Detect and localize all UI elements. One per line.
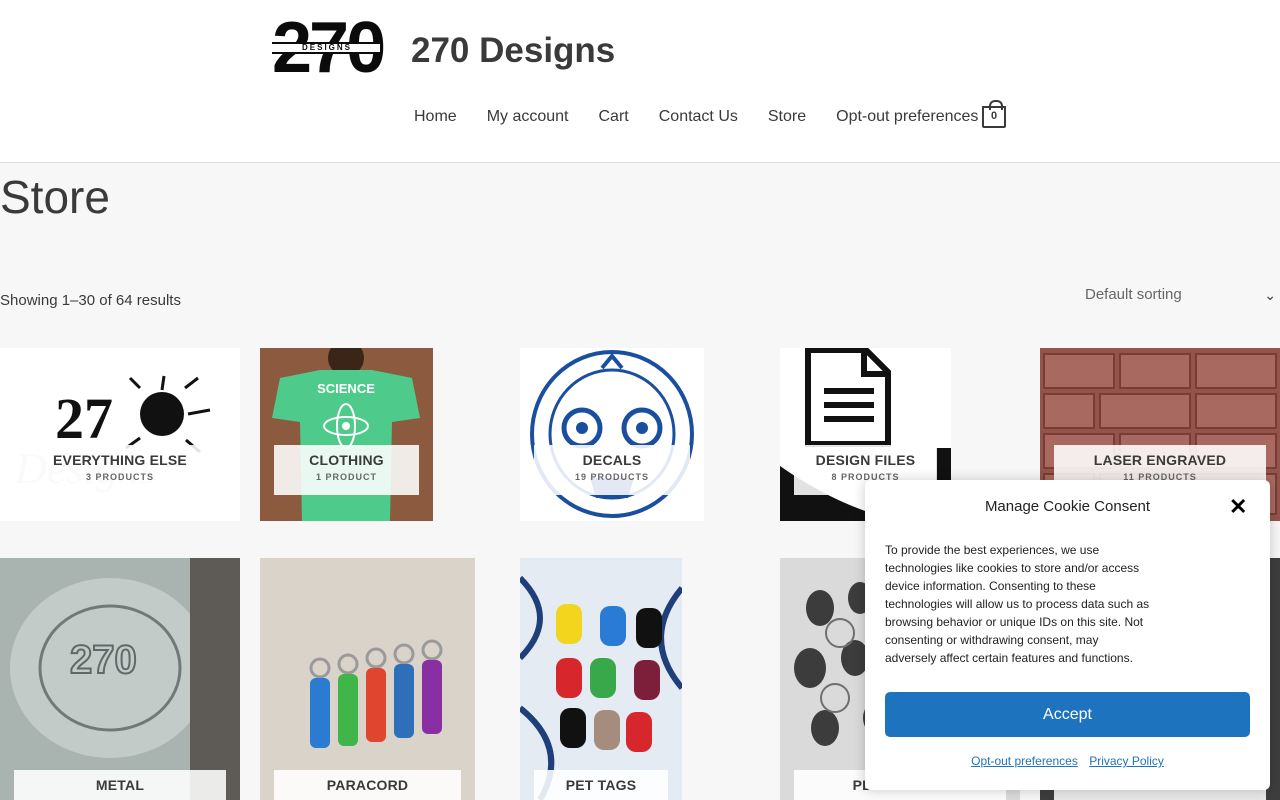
nav-store[interactable]: Store xyxy=(753,104,821,130)
category-image: 27 Designs xyxy=(14,375,211,493)
category-name: EVERYTHING ELSE xyxy=(53,452,187,468)
cookie-links: Opt-out preferences Privacy Policy xyxy=(865,754,1270,768)
result-count: Showing 1–30 of 64 results xyxy=(0,292,181,309)
category-name: LASER ENGRAVED xyxy=(1093,452,1227,468)
nav-cart[interactable]: Cart xyxy=(584,104,644,130)
svg-text:27: 27 xyxy=(55,386,113,451)
category-tile[interactable]: 27 Designs EVERYTHING ELSE 3 PRODUCTS xyxy=(0,348,240,521)
category-count: 19 PRODUCTS xyxy=(574,472,649,482)
cart-icon[interactable]: 0 xyxy=(982,100,1006,128)
cookie-consent-dialog: Manage Cookie Consent ✕ To provide the b… xyxy=(865,480,1270,790)
cart-count: 0 xyxy=(990,110,998,122)
site-logo[interactable]: 270 DESIGNS xyxy=(272,12,386,84)
category-name: PARACORD xyxy=(326,777,409,793)
category-name: PET TAGS xyxy=(565,777,637,793)
logo-wordmark: DESIGNS xyxy=(302,43,353,52)
site-title[interactable]: 270 Designs xyxy=(411,31,615,71)
page-title: Store xyxy=(0,171,110,223)
cookie-text: To provide the best experiences, we use … xyxy=(885,543,1150,665)
cookie-title: Manage Cookie Consent xyxy=(984,498,1151,515)
nav-contact-us[interactable]: Contact Us xyxy=(644,104,753,130)
category-name: DECALS xyxy=(582,452,642,468)
nav-my-account[interactable]: My account xyxy=(472,104,584,130)
category-label: PET TAGS xyxy=(534,770,668,800)
sorting-value: Default sorting xyxy=(1085,286,1182,303)
main-nav: Home My account Cart Contact Us Store Op… xyxy=(399,104,993,130)
opt-out-preferences-link[interactable]: Opt-out preferences xyxy=(971,754,1078,768)
category-label: PARACORD xyxy=(274,770,461,800)
category-tile[interactable]: PARACORD xyxy=(260,558,475,800)
category-tile[interactable]: DECALS 19 PRODUCTS xyxy=(520,348,704,521)
privacy-policy-link[interactable]: Privacy Policy xyxy=(1089,754,1164,768)
category-label: CLOTHING 1 PRODUCT xyxy=(274,445,419,495)
category-label: METAL xyxy=(14,770,226,800)
close-icon[interactable]: ✕ xyxy=(1229,496,1247,518)
category-name: CLOTHING xyxy=(309,452,384,468)
category-tile[interactable]: SCIENCE CLOTHING 1 PRODUCT xyxy=(260,348,433,521)
category-image: SCIENCE xyxy=(260,348,433,521)
category-image: 270 xyxy=(0,558,240,800)
category-tile[interactable]: PET TAGS xyxy=(520,558,682,800)
cart-handle xyxy=(989,100,1003,110)
category-count: 1 PRODUCT xyxy=(315,472,377,482)
category-image xyxy=(530,350,694,518)
category-name: DESIGN FILES xyxy=(815,452,916,468)
accept-button[interactable]: Accept xyxy=(885,692,1250,737)
nav-opt-out-preferences[interactable]: Opt-out preferences xyxy=(821,104,993,130)
svg-text:270: 270 xyxy=(70,638,137,682)
nav-home[interactable]: Home xyxy=(399,104,472,130)
site-header: 270 DESIGNS 270 Designs Home My account … xyxy=(0,0,1280,163)
category-name: METAL xyxy=(95,777,145,793)
svg-text:SCIENCE: SCIENCE xyxy=(317,381,375,396)
chevron-down-icon: ⌄ xyxy=(1264,287,1276,303)
category-label: EVERYTHING ELSE 3 PRODUCTS xyxy=(14,445,226,495)
category-label: DECALS 19 PRODUCTS xyxy=(534,445,690,495)
category-image xyxy=(260,558,475,800)
category-tile[interactable]: 270 METAL xyxy=(0,558,240,800)
category-image xyxy=(520,558,682,800)
category-count: 3 PRODUCTS xyxy=(85,472,154,482)
sorting-select[interactable]: Default sorting ⌄ xyxy=(1080,284,1280,306)
